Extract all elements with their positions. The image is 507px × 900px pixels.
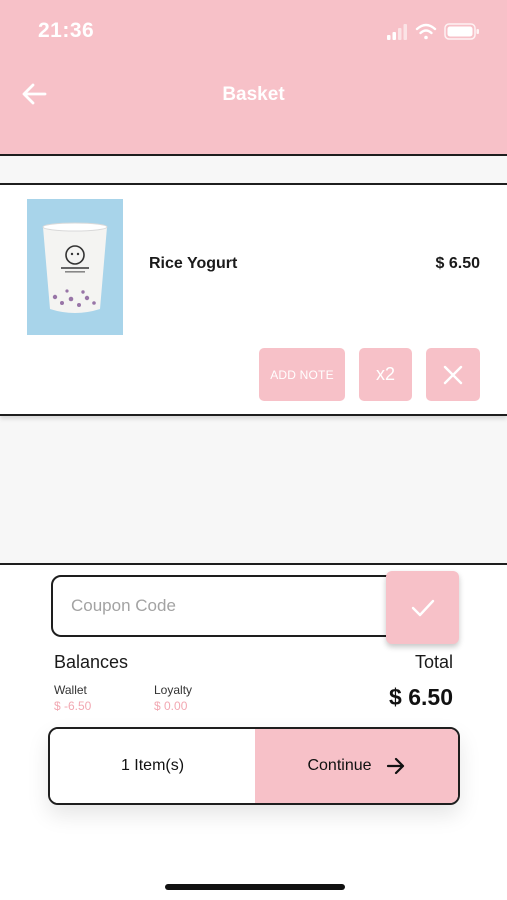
item-count: 1 Item(s) [50, 729, 255, 803]
wifi-icon [415, 23, 437, 40]
remove-item-button[interactable] [426, 348, 480, 401]
checkout-bar: 1 Item(s) Continue [48, 727, 460, 805]
battery-icon [444, 23, 479, 40]
home-indicator[interactable] [165, 884, 345, 890]
total-value: $ 6.50 [389, 684, 453, 710]
balances-heading: Balances [54, 652, 129, 672]
loyalty-label: Loyalty [154, 683, 193, 697]
arrow-right-icon [386, 757, 406, 775]
checkout-panel: Balances Total Wallet $ -6.50 Loyalty $ … [0, 563, 507, 900]
signal-icon [387, 24, 407, 40]
status-icons [387, 22, 487, 42]
header: 21:36 Basket [0, 0, 507, 156]
continue-label: Continue [307, 757, 372, 774]
continue-button[interactable]: Continue [255, 729, 458, 803]
loyalty-value: $ 0.00 [154, 699, 188, 713]
item-price: $ 6.50 [435, 255, 480, 272]
page-title: Basket [222, 84, 285, 105]
checkmark-icon [411, 599, 434, 616]
total-heading: Total [414, 652, 453, 672]
item-name: Rice Yogurt [149, 255, 238, 272]
wallet-value: $ -6.50 [54, 699, 92, 713]
apply-coupon-button[interactable] [386, 571, 459, 644]
basket-screen: 21:36 Basket Rice Yogurt $ 6.50 ADD NOTE… [0, 0, 507, 900]
add-note-button[interactable]: ADD NOTE [259, 348, 345, 401]
close-icon [443, 365, 463, 384]
status-time: 21:36 [38, 19, 95, 42]
product-image [27, 199, 123, 335]
basket-item: Rice Yogurt $ 6.50 ADD NOTE x2 [0, 183, 507, 416]
wallet-label: Wallet [54, 683, 87, 697]
quantity-button[interactable]: x2 [359, 348, 412, 401]
coupon-code-input[interactable] [51, 575, 397, 637]
